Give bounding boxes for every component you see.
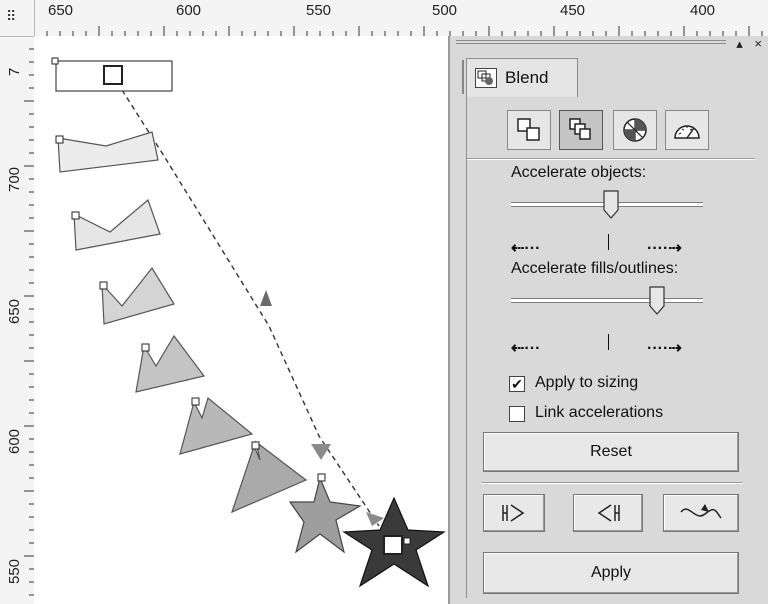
blend-steps-icon (517, 118, 540, 141)
path-arrow-up (260, 290, 272, 306)
blend-steps-button[interactable] (507, 110, 551, 150)
mode-divider (467, 158, 755, 160)
blend-docker: ▴ × Blend Accelerate objects: ⇠··· ····⇢… (448, 36, 768, 604)
accelerate-objects-right-arrows: ····⇢ (647, 240, 682, 257)
apply-sizing-checkbox[interactable]: ✔ (509, 376, 525, 392)
ruler-label-650: 650 (48, 2, 74, 19)
ruler-label-400: 400 (690, 2, 716, 19)
ruler-label-600-v: 600 (6, 428, 23, 454)
blend-step-3[interactable] (101, 266, 175, 325)
accelerate-fills-label: Accelerate fills/outlines: (511, 260, 679, 277)
end-node[interactable] (403, 537, 411, 545)
drawing-canvas[interactable] (34, 36, 448, 604)
reset-button[interactable]: Reset (483, 432, 739, 472)
step-7-node[interactable] (317, 473, 326, 482)
color-wheel-icon (623, 118, 647, 142)
start-center-handle[interactable] (103, 65, 123, 85)
reset-label: Reset (590, 443, 632, 460)
accelerate-objects-slider[interactable] (603, 190, 619, 219)
accelerate-objects-label: Accelerate objects: (511, 164, 647, 181)
gauge-icon (674, 125, 700, 139)
link-accelerations-label: Link accelerations (535, 404, 664, 421)
accelerate-objects-left-arrows: ⇠··· (511, 240, 541, 257)
blend-panel-body: Accelerate objects: ⇠··· ····⇢ Accelerat… (466, 94, 765, 598)
blend-step-1[interactable] (57, 131, 159, 173)
end-object-icon (597, 504, 620, 522)
blend-step-5[interactable] (179, 396, 254, 455)
end-object-button[interactable] (573, 494, 643, 532)
tab-blend[interactable]: Blend (466, 58, 578, 97)
accelerate-fills-center-mark (608, 334, 609, 350)
blend-misc-button[interactable] (665, 110, 709, 150)
path-curve-icon (680, 504, 722, 519)
end-center-handle[interactable] (383, 535, 403, 555)
ruler-label-450: 450 (560, 2, 586, 19)
tab-separator (462, 60, 464, 94)
docker-window-controls[interactable]: ▴ × (736, 36, 766, 52)
ruler-label-500: 500 (432, 2, 458, 19)
accelerate-objects-center-mark (608, 234, 609, 250)
blend-tab-icon (475, 68, 497, 88)
apply-label: Apply (590, 564, 632, 581)
blend-step-7[interactable] (288, 476, 362, 554)
ruler-label-650-v: 650 (6, 298, 23, 324)
tab-blend-label: Blend (505, 68, 549, 87)
apply-sizing-label: Apply to sizing (535, 374, 639, 391)
blend-acceleration-button[interactable] (559, 110, 603, 150)
step-6-node[interactable] (251, 441, 260, 450)
accelerate-fills-slider[interactable] (649, 286, 665, 315)
action-divider (481, 482, 743, 484)
docker-grip[interactable] (456, 40, 726, 48)
step-1-node[interactable] (55, 135, 64, 144)
step-5-node[interactable] (191, 397, 200, 406)
path-arrow-end (366, 512, 384, 526)
ruler-origin-corner[interactable]: ⠿ (0, 0, 35, 37)
blend-acceleration-icon (569, 118, 591, 140)
check-mark-icon: ✔ (511, 376, 523, 392)
ruler-origin-icon: ⠿ (6, 8, 17, 24)
step-4-node[interactable] (141, 343, 150, 352)
accelerate-fills-track[interactable] (511, 298, 703, 303)
corel-workspace: { "ruler": { "corner_symbol": "⠿", "top_… (0, 0, 768, 604)
link-accelerations-checkbox[interactable] (509, 406, 525, 422)
path-properties-button[interactable] (663, 494, 739, 532)
blend-color-button[interactable] (613, 110, 657, 150)
step-3-node[interactable] (99, 281, 108, 290)
accelerate-fills-right-arrows: ····⇢ (647, 340, 682, 357)
horizontal-ruler[interactable]: 650 600 550 500 450 400 (0, 0, 768, 37)
step-2-node[interactable] (71, 211, 80, 220)
ruler-label-600: 600 (176, 2, 202, 19)
start-node[interactable] (51, 57, 59, 65)
ruler-label-550-v: 550 (6, 558, 23, 584)
ruler-label-partial: 7 (6, 67, 23, 76)
ruler-label-700: 700 (6, 166, 23, 192)
path-arrow-down (311, 444, 331, 460)
start-object-icon (502, 504, 525, 522)
apply-button[interactable]: Apply (483, 552, 739, 594)
vertical-ruler[interactable]: 7 700 650 600 550 (0, 36, 35, 604)
docker-tab-strip: Blend (458, 54, 768, 97)
start-object-button[interactable] (483, 494, 545, 532)
ruler-label-550: 550 (306, 2, 332, 19)
blend-step-2[interactable] (73, 198, 161, 251)
accelerate-fills-left-arrows: ⇠··· (511, 340, 541, 357)
